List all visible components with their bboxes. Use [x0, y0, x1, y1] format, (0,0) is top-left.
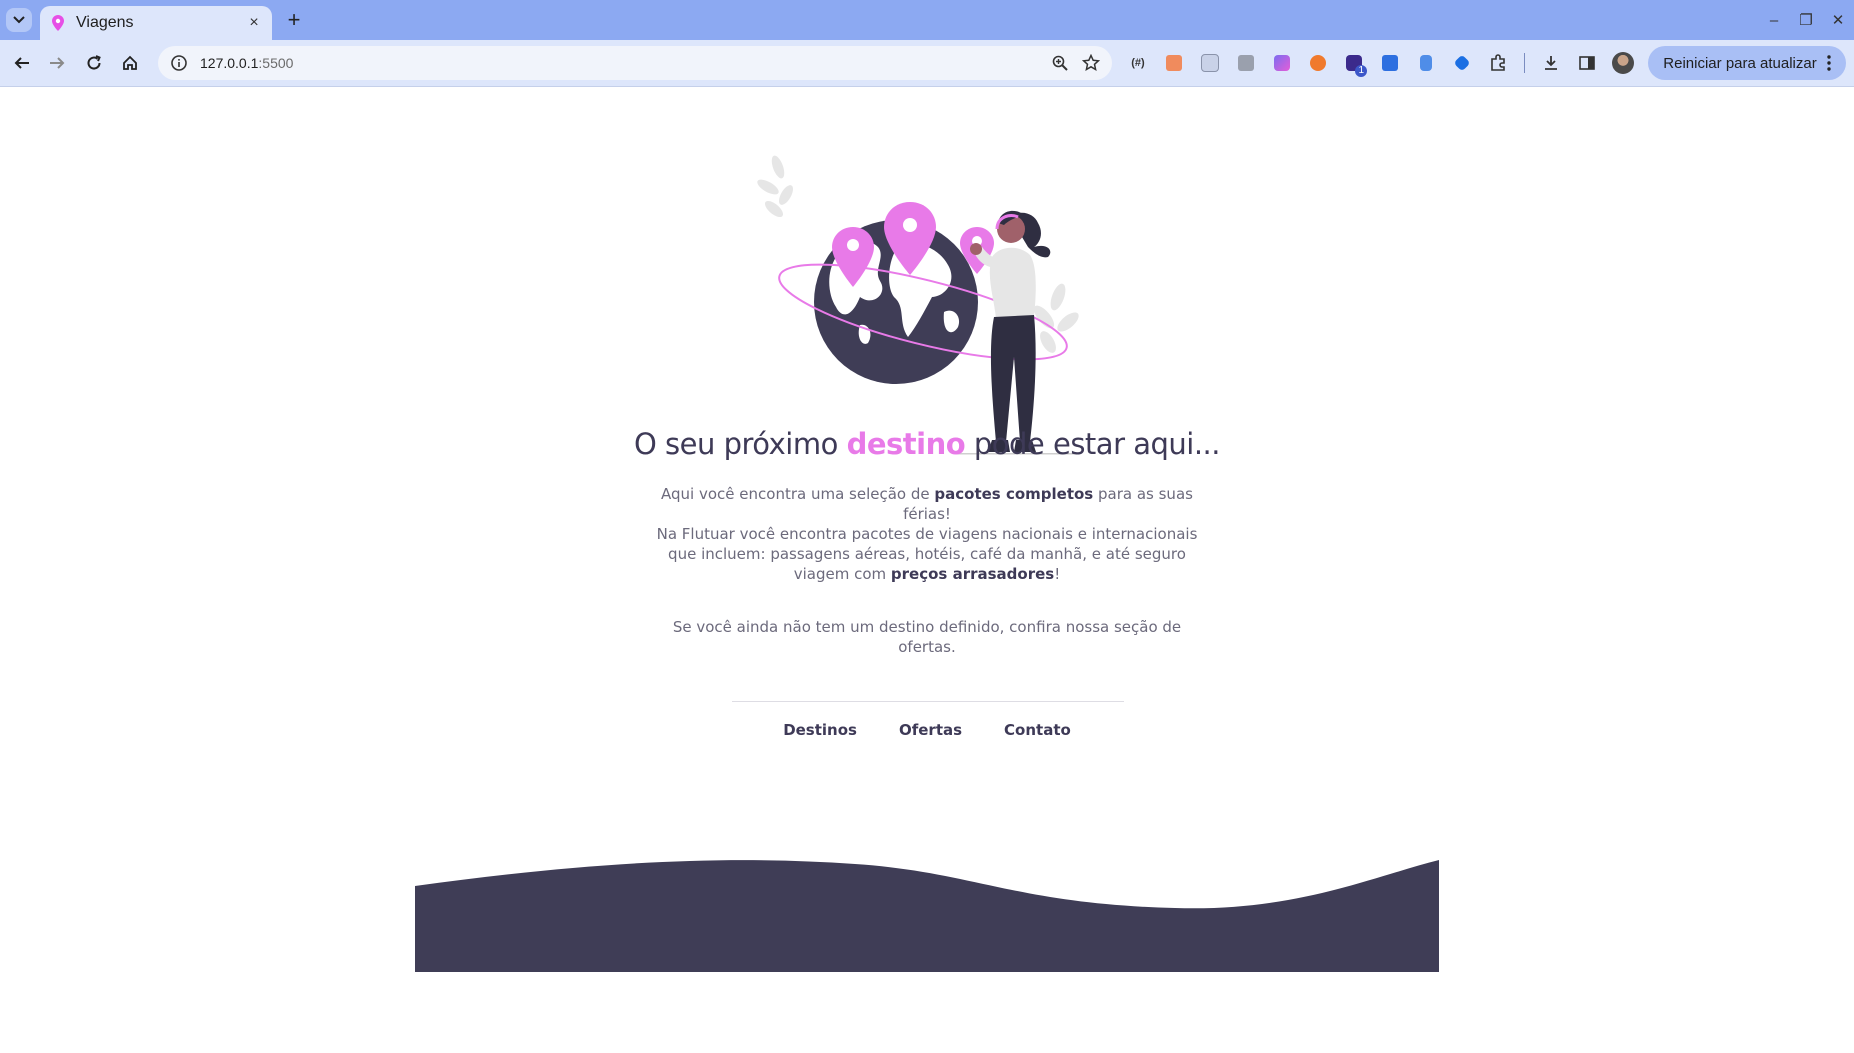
update-button[interactable]: Reiniciar para atualizar [1648, 46, 1846, 80]
nav-link-destinos[interactable]: Destinos [783, 721, 857, 739]
detail-bold: preços arrasadores [890, 565, 1055, 583]
address-bar[interactable]: 127.0.0.1:5500 [158, 46, 1112, 80]
extension-badge: 1 [1355, 65, 1367, 77]
arrow-left-icon [14, 57, 29, 69]
browser-toolbar: 127.0.0.1:5500 (#) 1 Reiniciar para atua… [0, 40, 1854, 87]
extensions-puzzle-icon[interactable] [1484, 49, 1512, 77]
restore-icon[interactable]: ❐ [1790, 11, 1822, 29]
extension-fox-icon[interactable] [1304, 49, 1332, 77]
side-panel-icon[interactable] [1573, 49, 1601, 77]
extension-palette-icon[interactable] [1268, 49, 1296, 77]
extension-doc-icon[interactable] [1412, 49, 1440, 77]
intro-paragraph: Aqui você encontra uma seleção de pacote… [652, 484, 1202, 524]
close-tab-icon[interactable]: × [244, 13, 264, 33]
more-vertical-icon [1827, 55, 1831, 71]
intro-bold: pacotes completos [934, 485, 1094, 503]
extension-warning-icon[interactable] [1160, 49, 1188, 77]
extension-screen-icon[interactable] [1376, 49, 1404, 77]
tab-viagens[interactable]: Viagens × [40, 6, 272, 40]
toolbar-separator [1524, 53, 1525, 73]
tab-title: Viagens [76, 14, 134, 31]
back-button[interactable] [8, 49, 36, 77]
title-highlight: destino [846, 427, 966, 461]
tab-search-button[interactable] [6, 8, 32, 32]
footer-wave [415, 860, 1439, 972]
nav-link-contato[interactable]: Contato [1004, 721, 1071, 739]
forward-button[interactable] [43, 49, 71, 77]
extensions-area: (#) 1 [1124, 49, 1637, 77]
url-port: :5500 [258, 55, 294, 71]
download-icon[interactable] [1537, 49, 1565, 77]
extension-cap-icon[interactable]: 1 [1340, 49, 1368, 77]
nav-link-ofertas[interactable]: Ofertas [899, 721, 962, 739]
profile-avatar[interactable] [1609, 49, 1637, 77]
detail-paragraph: Na Flutuar você encontra pacotes de viag… [652, 524, 1202, 584]
update-button-label: Reiniciar para atualizar [1663, 54, 1817, 72]
page-title: O seu próximo destino pode estar aqui... [0, 427, 1854, 461]
tab-strip: Viagens × + – ❐ ✕ [0, 0, 1854, 40]
arrow-right-icon [50, 57, 65, 69]
new-tab-button[interactable]: + [282, 7, 306, 32]
page-content: O seu próximo destino pode estar aqui...… [0, 87, 1854, 1053]
reload-icon [87, 55, 101, 70]
title-before: O seu próximo [634, 427, 847, 461]
title-after: pode estar aqui... [965, 427, 1221, 461]
extension-camera-icon[interactable] [1232, 49, 1260, 77]
chevron-down-icon [13, 16, 25, 24]
offer-paragraph: Se você ainda não tem um destino definid… [672, 618, 1182, 656]
extension-tag-icon[interactable] [1448, 49, 1476, 77]
location-pin-favicon-icon [50, 14, 66, 32]
bookmark-star-icon[interactable] [1082, 54, 1100, 72]
url-host: 127.0.0.1 [200, 55, 259, 71]
extension-code-icon[interactable]: (#) [1124, 49, 1152, 77]
minimize-icon[interactable]: – [1758, 12, 1790, 29]
site-info-icon[interactable] [170, 54, 188, 72]
home-icon [123, 55, 137, 70]
reload-button[interactable] [80, 49, 108, 77]
intro-text: Aqui você encontra uma seleção de [661, 485, 935, 503]
footer-divider [732, 701, 1124, 702]
zoom-icon[interactable] [1052, 55, 1068, 71]
extension-grid-icon[interactable] [1196, 49, 1224, 77]
window-controls: – ❐ ✕ [1758, 0, 1854, 40]
detail-end: ! [1054, 565, 1061, 583]
home-button[interactable] [116, 49, 144, 77]
close-window-icon[interactable]: ✕ [1822, 11, 1854, 29]
url-text[interactable]: 127.0.0.1:5500 [200, 55, 1052, 71]
footer-nav: Destinos Ofertas Contato [0, 721, 1854, 739]
